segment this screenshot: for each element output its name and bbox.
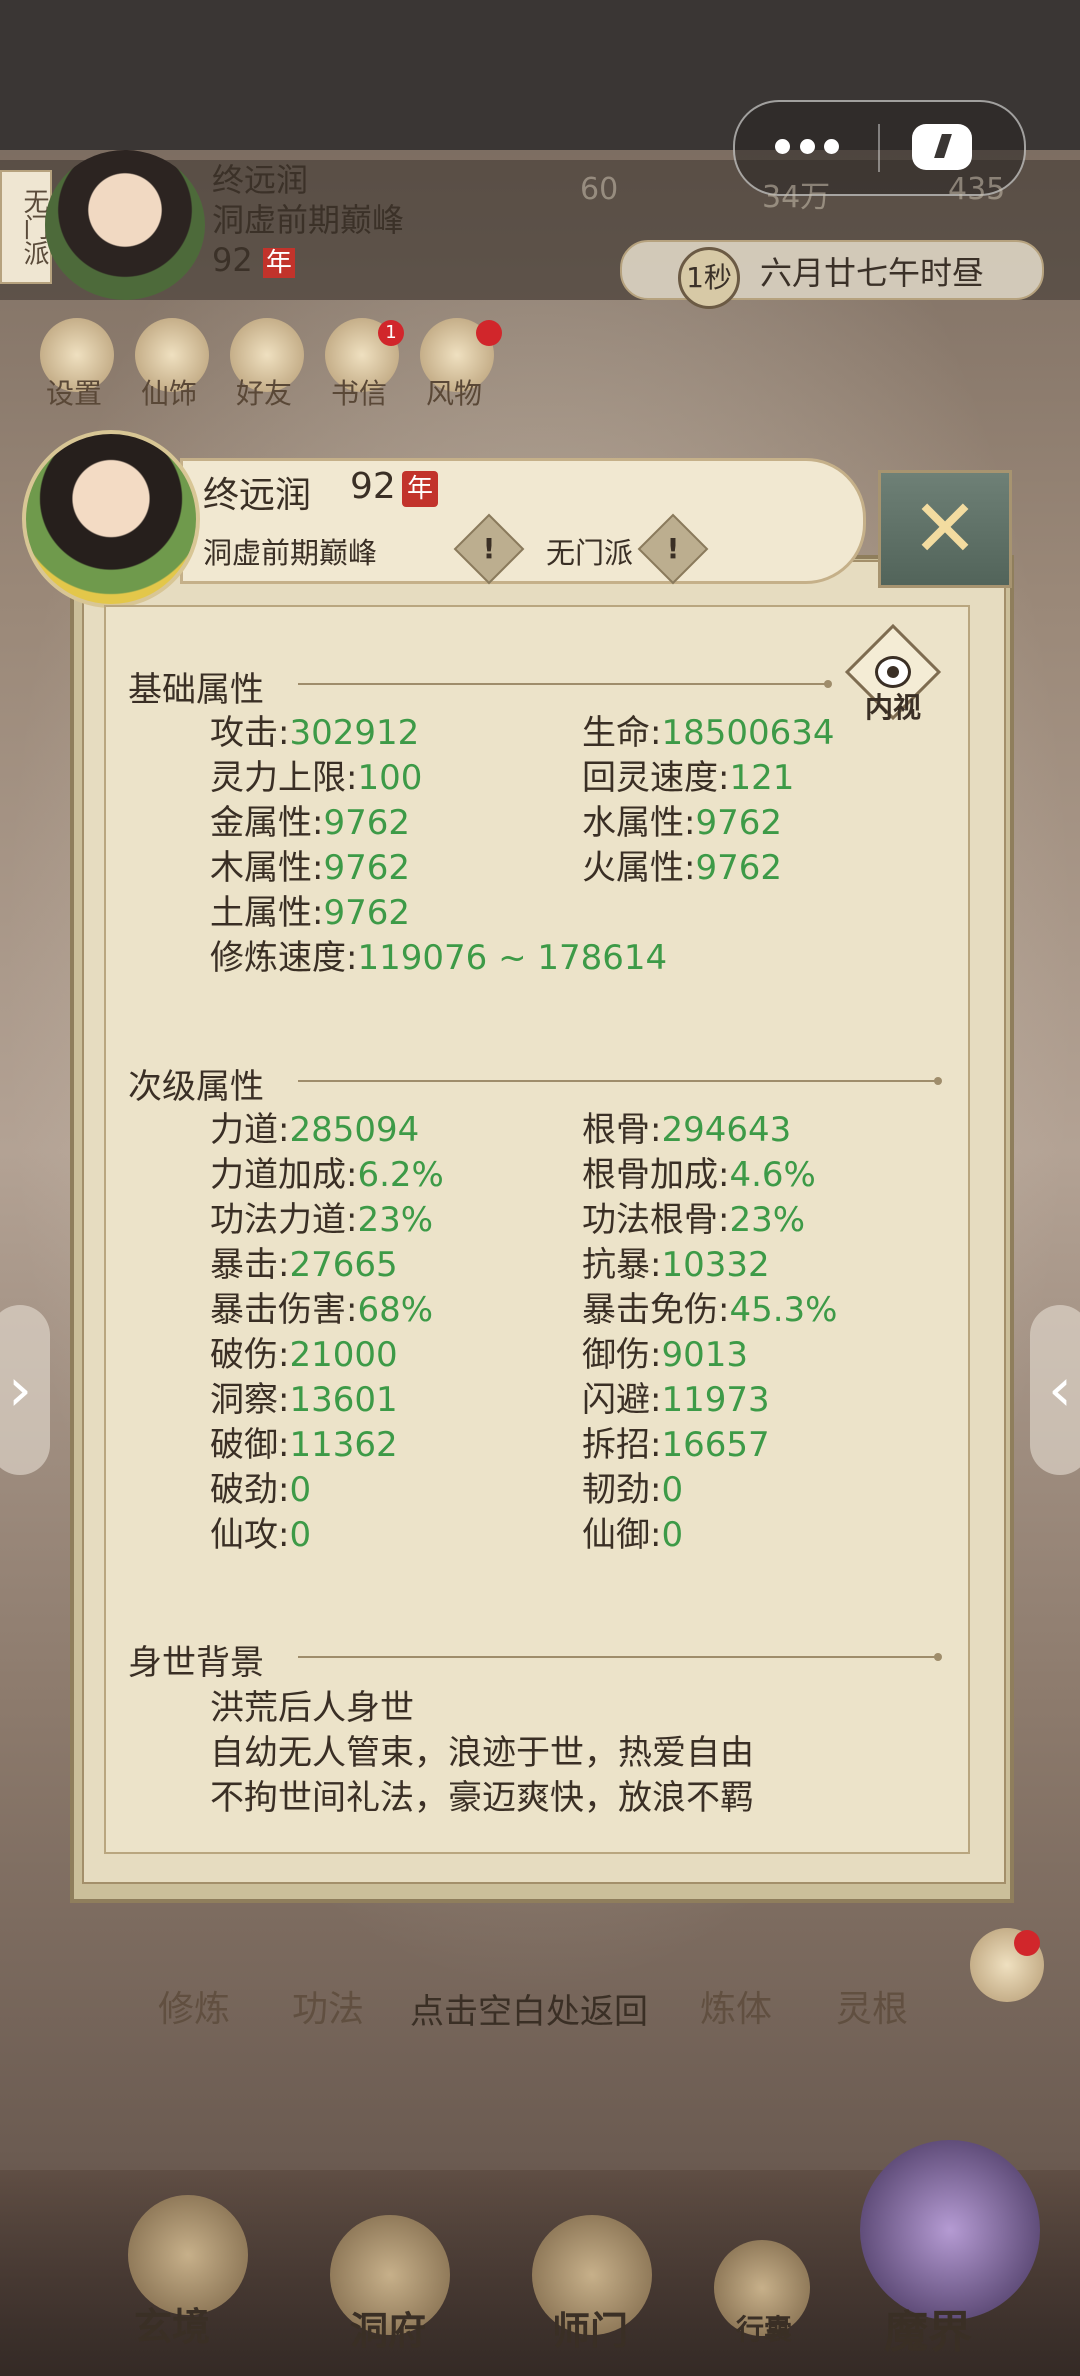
tab-spirit-root[interactable]: 灵根 bbox=[836, 1980, 908, 2032]
close-button[interactable]: ✕ bbox=[878, 470, 1012, 588]
background-line: 洪荒后人身世 bbox=[210, 1688, 414, 1728]
time-speed-badge[interactable]: 1秒 bbox=[678, 247, 740, 309]
resource-1: 60 bbox=[580, 172, 619, 207]
scenery-badge bbox=[476, 320, 502, 346]
menu-label-settings: 设置 bbox=[46, 377, 103, 410]
inner-view-button[interactable]: 内视 bbox=[844, 623, 942, 728]
stat-cultivation-speed: 修炼速度:119076 ~ 178614 bbox=[210, 938, 668, 978]
stat-insight: 洞察:13601 bbox=[210, 1380, 398, 1420]
section-divider bbox=[298, 680, 832, 688]
left-side-arrow[interactable]: › bbox=[0, 1305, 50, 1475]
mail-badge: 1 bbox=[378, 320, 404, 346]
stat-crit-damage: 暴击伤害:68% bbox=[210, 1290, 434, 1330]
gamepad-icon[interactable] bbox=[912, 124, 972, 170]
stat-dodge: 闪避:11973 bbox=[582, 1380, 770, 1420]
tab-technique[interactable]: 功法 bbox=[292, 1980, 364, 2032]
stat-constitution: 根骨:294643 bbox=[582, 1110, 792, 1150]
stat-crit: 暴击:27665 bbox=[210, 1245, 398, 1285]
section-title-secondary: 次级属性 bbox=[128, 1067, 264, 1107]
resource-2: 34万 bbox=[762, 180, 831, 215]
nav-demon-realm-icon[interactable] bbox=[860, 2140, 1040, 2320]
game-time-text: 六月廿七午时昼 bbox=[760, 254, 985, 292]
character-sect: 无门派 bbox=[546, 536, 634, 570]
menu-label-friends: 好友 bbox=[236, 377, 293, 410]
dialog-content[interactable]: 基础属性 攻击:302912 灵力上限:100 金属性:9762 木属性:976… bbox=[104, 605, 970, 1854]
stat-water: 水属性:9762 bbox=[582, 803, 782, 843]
tap-to-return-tip: 点击空白处返回 bbox=[410, 1992, 648, 2032]
character-name: 终远润 bbox=[203, 475, 312, 516]
stat-tenacity: 韧劲:0 bbox=[582, 1470, 684, 1510]
stat-parry: 拆招:16657 bbox=[582, 1425, 770, 1465]
stat-hp: 生命:18500634 bbox=[582, 713, 835, 753]
hud-player-name: 终远润 bbox=[212, 161, 309, 199]
stat-break-defense: 破御:11362 bbox=[210, 1425, 398, 1465]
stat-crit-damage-reduction: 暴击免伤:45.3% bbox=[582, 1290, 838, 1330]
hud-player-info: 终远润 洞虚前期巅峰 92 年 bbox=[212, 160, 492, 283]
stat-wood: 木属性:9762 bbox=[210, 848, 410, 888]
nav-bag[interactable]: 行囊 bbox=[736, 2308, 792, 2348]
inner-view-label: 内视 bbox=[864, 691, 921, 724]
hud-player-age: 92 年 bbox=[212, 240, 492, 283]
hud-age-unit: 年 bbox=[262, 248, 295, 278]
stat-pierce-damage: 破伤:21000 bbox=[210, 1335, 398, 1375]
stat-break-tenacity: 破劲:0 bbox=[210, 1470, 312, 1510]
section-divider bbox=[298, 1653, 942, 1661]
more-dots-icon[interactable] bbox=[775, 132, 839, 160]
stat-strength: 力道:285094 bbox=[210, 1110, 420, 1150]
section-title-basic: 基础属性 bbox=[128, 670, 264, 710]
stat-skill-constitution: 功法根骨:23% bbox=[582, 1200, 806, 1240]
hud-age-value: 92 bbox=[212, 241, 253, 279]
stat-strength-bonus: 力道加成:6.2% bbox=[210, 1155, 444, 1195]
compass-badge bbox=[1014, 1930, 1040, 1956]
background-line: 不拘世间礼法，豪迈爽快，放浪不羁 bbox=[210, 1778, 754, 1818]
stat-damage-defense: 御伤:9013 bbox=[582, 1335, 748, 1375]
right-side-arrow[interactable]: ‹ bbox=[1030, 1305, 1080, 1475]
character-avatar bbox=[22, 430, 200, 608]
stat-spirit-regen: 回灵速度:121 bbox=[582, 758, 795, 798]
stat-attack: 攻击:302912 bbox=[210, 713, 420, 753]
close-icon: ✕ bbox=[911, 482, 979, 575]
tab-body-refining[interactable]: 炼体 bbox=[700, 1980, 772, 2032]
hud-player-realm: 洞虚前期巅峰 bbox=[212, 201, 405, 239]
eye-icon bbox=[875, 656, 911, 688]
section-divider bbox=[298, 1077, 942, 1085]
sect-info-symbol: ! bbox=[666, 532, 680, 565]
menu-label-mail: 书信 bbox=[331, 377, 388, 410]
nav-cave[interactable]: 洞府 bbox=[350, 2300, 426, 2355]
level-unit-badge: 年 bbox=[402, 471, 438, 507]
stat-skill-strength: 功法力道:23% bbox=[210, 1200, 434, 1240]
stat-immortal-defense: 仙御:0 bbox=[582, 1515, 684, 1555]
stat-fire: 火属性:9762 bbox=[582, 848, 782, 888]
nav-demon-realm[interactable]: 魔界 bbox=[884, 2296, 972, 2360]
stat-spirit-cap: 灵力上限:100 bbox=[210, 758, 423, 798]
character-realm: 洞虚前期巅峰 bbox=[203, 536, 378, 570]
stat-earth: 土属性:9762 bbox=[210, 893, 410, 933]
menu-label-costume: 仙饰 bbox=[141, 377, 198, 410]
menu-label-scenery: 风物 bbox=[426, 377, 483, 410]
stat-constitution-bonus: 根骨加成:4.6% bbox=[582, 1155, 816, 1195]
section-title-background: 身世背景 bbox=[128, 1643, 264, 1683]
resource-3: 435 bbox=[948, 172, 1006, 207]
hud-avatar[interactable] bbox=[45, 150, 205, 300]
realm-info-symbol: ! bbox=[482, 532, 496, 565]
tab-cultivate[interactable]: 修炼 bbox=[158, 1980, 230, 2032]
nav-sect[interactable]: 师门 bbox=[552, 2300, 628, 2355]
stat-immortal-attack: 仙攻:0 bbox=[210, 1515, 312, 1555]
stat-metal: 金属性:9762 bbox=[210, 803, 410, 843]
nav-realm[interactable]: 玄境 bbox=[134, 2296, 210, 2351]
background-line: 自幼无人管束，浪迹于世，热爱自由 bbox=[210, 1733, 754, 1773]
stat-crit-resist: 抗暴:10332 bbox=[582, 1245, 770, 1285]
character-level: 92 bbox=[350, 466, 396, 507]
